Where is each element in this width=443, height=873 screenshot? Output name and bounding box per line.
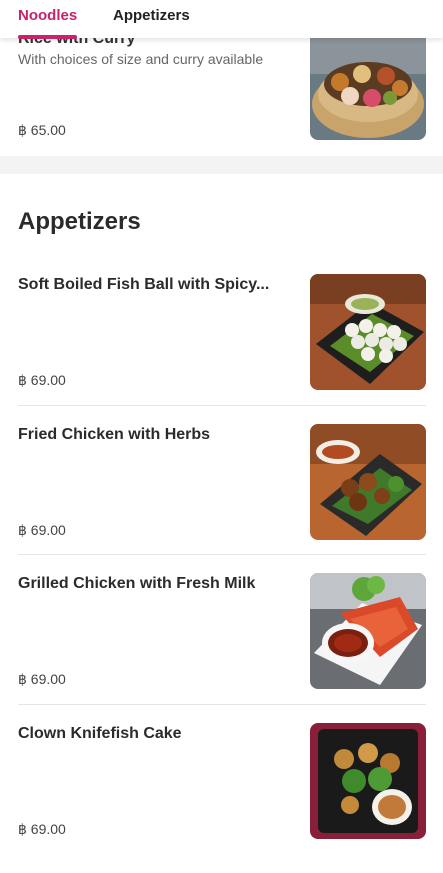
item-description: With choices of size and curry available <box>18 51 264 67</box>
tab-appetizers[interactable]: Appetizers <box>113 7 190 24</box>
item-price: ฿ 69.00 <box>18 671 66 687</box>
item-title: Grilled Chicken with Fresh Milk <box>18 575 256 592</box>
active-tab-indicator <box>18 35 77 39</box>
fish-cake-photo[interactable] <box>310 723 426 839</box>
item-price: ฿ 65.00 <box>18 122 66 138</box>
item-title: Soft Boiled Fish Ball with Spicy... <box>18 276 270 293</box>
category-tab-bar: Noodles Appetizers <box>0 0 443 39</box>
item-price: ฿ 69.00 <box>18 821 66 837</box>
curry-set-photo[interactable] <box>310 24 426 140</box>
section-heading: Appetizers <box>18 208 141 235</box>
item-price: ฿ 69.00 <box>18 522 66 538</box>
grilled-chicken-photo[interactable] <box>310 573 426 689</box>
fried-chicken-photo[interactable] <box>310 424 426 540</box>
fish-ball-photo[interactable] <box>310 274 426 390</box>
divider <box>18 405 426 406</box>
item-title: Clown Knifefish Cake <box>18 725 182 742</box>
divider <box>18 704 426 705</box>
menu-item[interactable]: Fried Chicken with Herbs ฿ 69.00 <box>0 424 443 574</box>
divider <box>18 554 426 555</box>
menu-item[interactable]: Soft Boiled Fish Ball with Spicy... ฿ 69… <box>0 274 443 424</box>
item-title: Fried Chicken with Herbs <box>18 426 211 443</box>
menu-item[interactable]: Clown Knifefish Cake ฿ 69.00 <box>0 723 443 873</box>
item-price: ฿ 69.00 <box>18 372 66 388</box>
section-separator <box>0 156 443 174</box>
menu-item[interactable]: Grilled Chicken with Fresh Milk ฿ 69.00 <box>0 573 443 723</box>
tab-noodles[interactable]: Noodles <box>18 7 77 24</box>
